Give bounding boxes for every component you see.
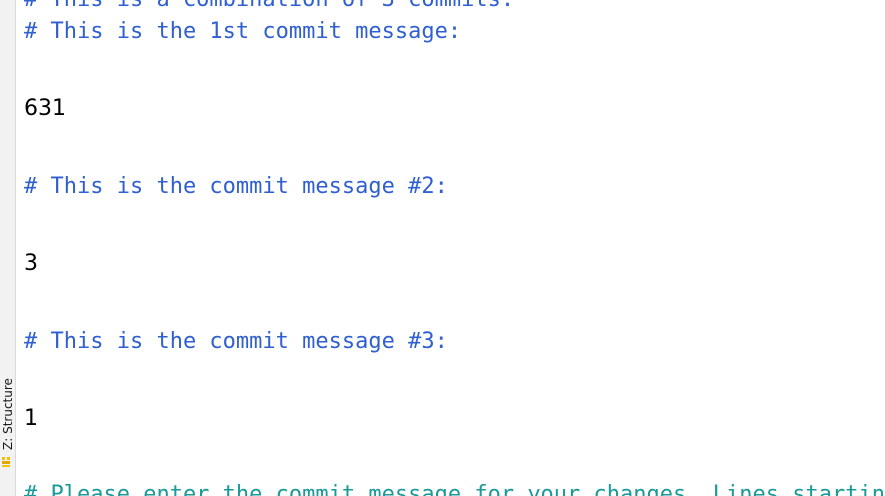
comment-line: # This is the 1st commit message: [24,19,462,44]
comment-line: # This is the commit message #3: [24,329,448,354]
commit-message-text[interactable]: 631 [24,96,66,122]
comment-line: # Please enter the commit message for yo… [24,482,885,496]
comment-line: # This is a combination of 3 commits. [24,0,514,13]
commit-message-text[interactable]: 1 [24,406,38,432]
structure-tab-label: Z: Structure [1,378,15,450]
structure-tool-tab[interactable]: Z: Structure [0,372,16,472]
ide-window: Z: Structure # This is a combination of … [0,0,885,496]
commit-message-editor[interactable]: # This is a combination of 3 commits. # … [17,0,885,496]
structure-icon [2,457,10,467]
commit-message-text[interactable]: 3 [24,251,38,277]
left-tool-window-strip: Z: Structure [0,0,16,496]
comment-line: # This is the commit message #2: [24,174,448,199]
